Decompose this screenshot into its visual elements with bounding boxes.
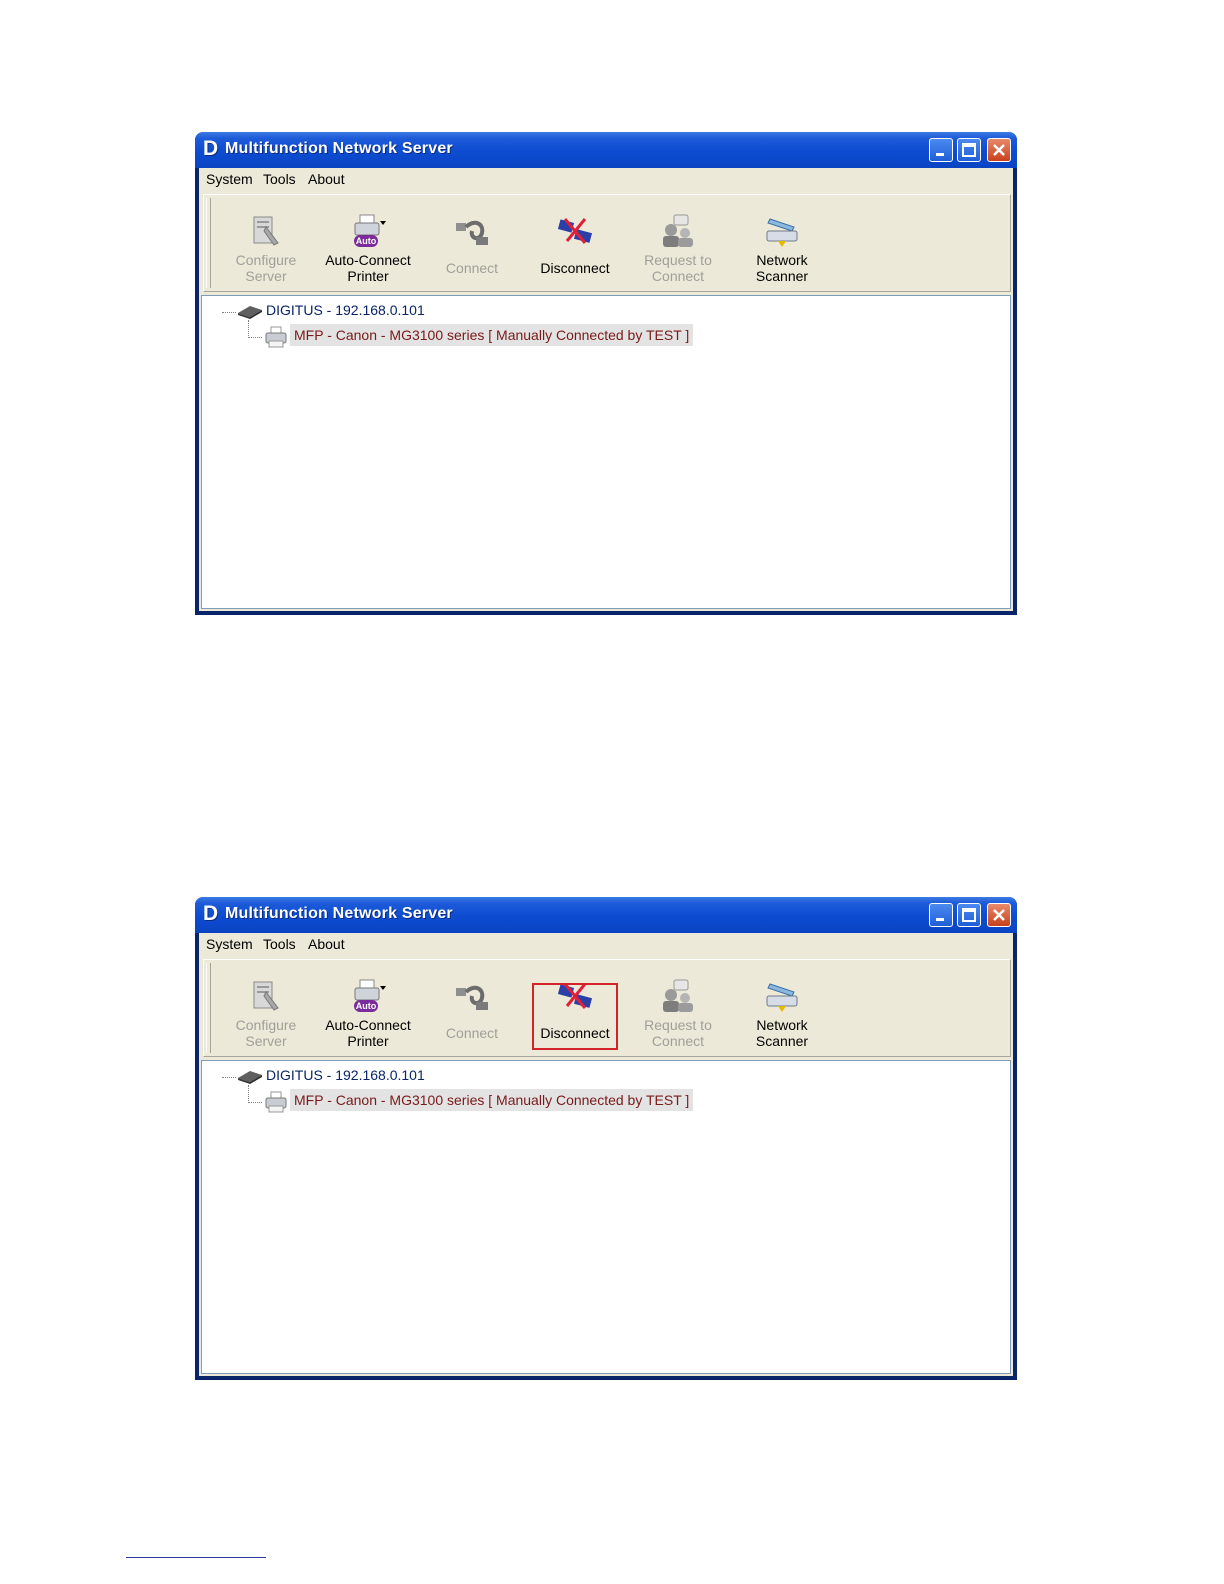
app-logo-icon: D bbox=[203, 902, 219, 925]
request-to-connect-label-2: Connect bbox=[651, 268, 705, 284]
configure-server-button[interactable]: Configure Server bbox=[218, 974, 314, 1049]
connect-label: Connect bbox=[445, 1025, 499, 1041]
printer-icon bbox=[265, 326, 287, 348]
network-scanner-label-1: Network bbox=[756, 252, 808, 268]
menu-bar: System Tools About bbox=[199, 168, 1013, 190]
auto-connect-printer-label-2: Printer bbox=[347, 268, 389, 284]
menu-system[interactable]: System bbox=[206, 171, 253, 187]
title-bar[interactable]: D Multifunction Network Server bbox=[195, 132, 1017, 168]
network-scanner-label-2: Scanner bbox=[755, 1033, 809, 1049]
menu-tools[interactable]: Tools bbox=[263, 171, 296, 187]
minimize-icon bbox=[936, 918, 944, 921]
auto-connect-printer-icon: Auto bbox=[354, 979, 386, 1012]
app-logo-icon: D bbox=[203, 137, 219, 160]
minimize-button[interactable] bbox=[929, 903, 953, 927]
tree-printer-item[interactable]: MFP - Canon - MG3100 series [ Manually C… bbox=[290, 324, 694, 346]
maximize-button[interactable] bbox=[957, 903, 981, 927]
configure-server-icon bbox=[253, 216, 279, 246]
connect-button[interactable]: Connect bbox=[424, 974, 520, 1044]
maximize-icon bbox=[962, 908, 976, 922]
auto-connect-printer-button[interactable]: Auto Auto-Connect Printer bbox=[320, 974, 416, 1049]
request-to-connect-label-1: Request to bbox=[644, 1017, 712, 1033]
auto-connect-printer-button[interactable]: Auto Auto-Connect Printer bbox=[320, 209, 416, 284]
network-scanner-label-1: Network bbox=[756, 1017, 808, 1033]
request-to-connect-icon bbox=[663, 214, 693, 247]
window-client-area: System Tools About Configure Server Auto… bbox=[199, 933, 1013, 1376]
maximize-icon bbox=[962, 143, 976, 157]
auto-connect-printer-label-1: Auto-Connect bbox=[325, 252, 411, 268]
footer-divider bbox=[126, 1557, 266, 1558]
network-scanner-icon bbox=[766, 983, 798, 1012]
minimize-icon bbox=[936, 153, 944, 156]
device-tree[interactable]: DIGITUS - 192.168.0.101 MFP - Canon - MG… bbox=[201, 1060, 1011, 1374]
toolbar-grip[interactable] bbox=[206, 963, 211, 1053]
tree-server-item[interactable]: DIGITUS - 192.168.0.101 bbox=[266, 1067, 425, 1083]
close-button[interactable] bbox=[987, 138, 1011, 162]
auto-connect-printer-label-2: Printer bbox=[347, 1033, 389, 1049]
toolbar: Configure Server Auto Auto-Connect Print… bbox=[203, 959, 1011, 1057]
menu-bar: System Tools About bbox=[199, 933, 1013, 955]
configure-server-button[interactable]: Configure Server bbox=[218, 209, 314, 284]
request-to-connect-icon bbox=[663, 979, 693, 1012]
request-to-connect-label-1: Request to bbox=[644, 252, 712, 268]
server-icon bbox=[238, 306, 262, 319]
network-scanner-label-2: Scanner bbox=[755, 268, 809, 284]
request-to-connect-button[interactable]: Request to Connect bbox=[630, 209, 726, 284]
svg-text:Auto: Auto bbox=[356, 236, 377, 246]
disconnect-highlight-box bbox=[532, 983, 618, 1050]
auto-connect-printer-icon: Auto bbox=[354, 214, 386, 247]
minimize-button[interactable] bbox=[929, 138, 953, 162]
close-button[interactable] bbox=[987, 903, 1011, 927]
menu-about[interactable]: About bbox=[308, 936, 345, 952]
toolbar: Configure Server Auto Auto-Connect Print… bbox=[203, 194, 1011, 292]
maximize-button[interactable] bbox=[957, 138, 981, 162]
request-to-connect-label-2: Connect bbox=[651, 1033, 705, 1049]
title-bar[interactable]: D Multifunction Network Server bbox=[195, 897, 1017, 933]
configure-server-label-2: Server bbox=[245, 1033, 287, 1049]
window-client-area: System Tools About Configure Server Auto… bbox=[199, 168, 1013, 611]
auto-connect-printer-label-1: Auto-Connect bbox=[325, 1017, 411, 1033]
connect-icon bbox=[456, 220, 488, 245]
svg-text:Auto: Auto bbox=[356, 1001, 377, 1011]
network-scanner-icon bbox=[766, 218, 798, 247]
connect-label: Connect bbox=[445, 260, 499, 276]
configure-server-label-1: Configure bbox=[235, 1017, 297, 1033]
app-window-2: D Multifunction Network Server System To… bbox=[195, 897, 1017, 1380]
menu-system[interactable]: System bbox=[206, 936, 253, 952]
device-tree[interactable]: DIGITUS - 192.168.0.101 MFP - Canon - MG… bbox=[201, 295, 1011, 609]
disconnect-icon bbox=[557, 218, 593, 244]
close-icon bbox=[993, 144, 1005, 156]
server-icon bbox=[238, 1071, 262, 1084]
configure-server-icon bbox=[253, 981, 279, 1011]
configure-server-label-1: Configure bbox=[235, 252, 297, 268]
menu-about[interactable]: About bbox=[308, 171, 345, 187]
window-title: Multifunction Network Server bbox=[225, 905, 453, 922]
network-scanner-button[interactable]: Network Scanner bbox=[734, 974, 830, 1049]
toolbar-grip[interactable] bbox=[206, 198, 211, 288]
tree-printer-item[interactable]: MFP - Canon - MG3100 series [ Manually C… bbox=[290, 1089, 694, 1111]
close-icon bbox=[993, 909, 1005, 921]
disconnect-button[interactable]: Disconnect bbox=[527, 209, 623, 279]
app-window-1: D Multifunction Network Server System To… bbox=[195, 132, 1017, 615]
connect-icon bbox=[456, 985, 488, 1010]
menu-tools[interactable]: Tools bbox=[263, 936, 296, 952]
printer-icon bbox=[265, 1091, 287, 1113]
request-to-connect-button[interactable]: Request to Connect bbox=[630, 974, 726, 1049]
disconnect-label: Disconnect bbox=[540, 260, 610, 276]
window-title: Multifunction Network Server bbox=[225, 140, 453, 157]
connect-button[interactable]: Connect bbox=[424, 209, 520, 279]
network-scanner-button[interactable]: Network Scanner bbox=[734, 209, 830, 284]
configure-server-label-2: Server bbox=[245, 268, 287, 284]
tree-server-item[interactable]: DIGITUS - 192.168.0.101 bbox=[266, 302, 425, 318]
